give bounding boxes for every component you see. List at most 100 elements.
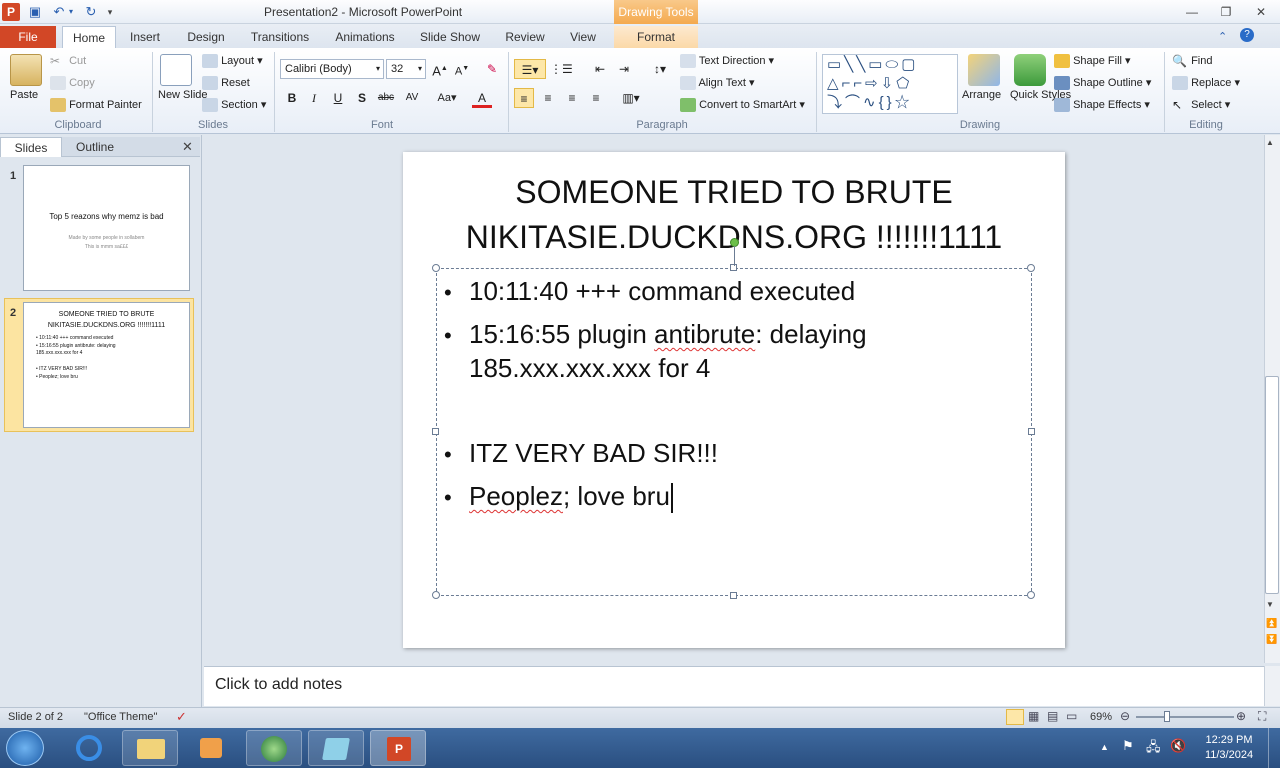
close-window-icon[interactable]: ✕ <box>1250 2 1272 22</box>
resize-handle[interactable] <box>432 264 440 272</box>
customize-qat-icon[interactable]: ▾ <box>104 3 116 21</box>
tab-animations[interactable]: Animations <box>328 26 402 48</box>
arrange-button[interactable]: Arrange <box>962 89 1001 101</box>
grow-font-icon[interactable]: A▲ <box>430 59 450 79</box>
clear-formatting-icon[interactable]: ✎ <box>482 59 502 79</box>
minimize-icon[interactable]: — <box>1181 2 1203 22</box>
replace-button[interactable]: Replace ▾ <box>1172 76 1240 91</box>
zoom-slider-thumb[interactable] <box>1164 711 1170 722</box>
shapes-gallery[interactable]: ▭╲╲▭⬭▢ △⌐⌐⇨⇩⬠ ⤵⌒∿{}☆ <box>822 54 958 114</box>
resize-handle[interactable] <box>1028 428 1035 435</box>
system-clock[interactable]: 12:29 PM 11/3/2024 <box>1198 733 1260 763</box>
powerpoint-logo-icon[interactable]: P <box>2 3 20 21</box>
zoom-slider-track[interactable] <box>1136 716 1234 718</box>
font-color-icon[interactable]: A <box>472 88 492 108</box>
select-button[interactable]: ↖ Select ▾ <box>1172 98 1230 112</box>
character-spacing-icon[interactable]: AV <box>402 88 422 108</box>
cut-button[interactable]: ✂ Cut <box>50 54 86 68</box>
change-case-icon[interactable]: Aa▾ <box>434 88 460 108</box>
italic-icon[interactable]: I <box>304 88 324 108</box>
underline-icon[interactable]: U <box>328 88 348 108</box>
slide-thumbnail-2[interactable]: SOMEONE TRIED TO BRUTE NIKITASIE.DUCKDNS… <box>23 302 190 428</box>
bold-icon[interactable]: B <box>282 88 302 108</box>
tab-transitions[interactable]: Transitions <box>244 26 316 48</box>
undo-dropdown-icon[interactable]: ▾ <box>66 3 76 21</box>
numbering-icon[interactable]: ⋮☰ <box>550 59 573 79</box>
strikethrough-icon[interactable]: abc <box>376 88 396 108</box>
increase-indent-icon[interactable]: ⇥ <box>614 59 634 79</box>
tab-slides[interactable]: Slides <box>0 137 62 157</box>
next-slide-icon[interactable]: ⏬ <box>1266 634 1277 645</box>
restore-icon[interactable]: ❐ <box>1215 2 1237 22</box>
slide-thumbnail-1[interactable]: Top 5 reazons why memz is bad Made by so… <box>23 165 190 291</box>
resize-handle[interactable] <box>1027 264 1035 272</box>
tab-review[interactable]: Review <box>498 26 552 48</box>
previous-slide-icon[interactable]: ⏫ <box>1266 618 1277 629</box>
start-button-icon[interactable] <box>6 730 44 766</box>
resize-handle[interactable] <box>1027 591 1035 599</box>
resize-handle[interactable] <box>432 591 440 599</box>
resize-handle[interactable] <box>730 592 737 599</box>
text-shadow-icon[interactable]: S <box>352 88 372 108</box>
minimize-ribbon-icon[interactable]: ⌃ <box>1218 30 1227 43</box>
align-center-icon[interactable]: ≡ <box>538 88 558 108</box>
tab-outline[interactable]: Outline <box>64 137 126 157</box>
scrollbar-thumb[interactable] <box>1265 376 1279 594</box>
tab-design[interactable]: Design <box>180 26 232 48</box>
shape-fill-button[interactable]: Shape Fill ▾ <box>1054 54 1131 69</box>
notes-scrollbar[interactable] <box>1264 666 1280 706</box>
font-family-select[interactable]: Calibri (Body) ▾ <box>280 59 384 79</box>
section-button[interactable]: Section ▾ <box>202 98 266 113</box>
text-direction-button[interactable]: Text Direction ▾ <box>680 54 774 69</box>
new-slide-icon[interactable] <box>160 54 192 86</box>
volume-muted-icon[interactable]: 🔇 <box>1170 738 1186 754</box>
show-hidden-icons[interactable]: ▲ <box>1100 742 1109 752</box>
shape-outline-button[interactable]: Shape Outline ▾ <box>1054 76 1151 91</box>
normal-view-icon[interactable] <box>1006 709 1024 725</box>
powerpoint-taskbar-icon[interactable]: P <box>370 730 426 766</box>
slide-show-icon[interactable]: ▭ <box>1066 709 1077 723</box>
find-button[interactable]: 🔍 Find <box>1172 54 1212 68</box>
notes-placeholder[interactable]: Click to add notes <box>215 676 342 694</box>
notes-app-icon[interactable] <box>308 730 364 766</box>
tab-home[interactable]: Home <box>62 26 116 48</box>
action-center-flag-icon[interactable]: ⚑ <box>1122 738 1134 754</box>
reading-view-icon[interactable]: ▤ <box>1047 709 1058 723</box>
quick-styles-button[interactable]: Quick Styles <box>1010 89 1071 101</box>
spelling-check-icon[interactable]: ✓ <box>176 709 187 725</box>
zoom-level[interactable]: 69% <box>1090 711 1112 723</box>
notes-pane[interactable] <box>204 666 1264 706</box>
shape-effects-button[interactable]: Shape Effects ▾ <box>1054 98 1150 113</box>
new-slide-button[interactable]: New Slide <box>158 89 208 101</box>
media-player-icon[interactable] <box>184 730 240 766</box>
theme-name[interactable]: "Office Theme" <box>84 711 157 723</box>
redo-icon[interactable]: ↻ <box>82 3 100 21</box>
scroll-up-icon[interactable]: ▲ <box>1266 138 1274 147</box>
tab-format[interactable]: Format <box>614 26 698 48</box>
reset-button[interactable]: Reset <box>202 76 250 90</box>
justify-icon[interactable]: ≡ <box>586 88 606 108</box>
internet-explorer-icon[interactable] <box>62 730 118 766</box>
help-icon[interactable]: ? <box>1240 28 1254 42</box>
align-right-icon[interactable]: ≡ <box>562 88 582 108</box>
tab-view[interactable]: View <box>562 26 604 48</box>
zoom-out-icon[interactable]: ⊖ <box>1120 709 1130 723</box>
shrink-font-icon[interactable]: A▼ <box>452 59 472 79</box>
file-explorer-icon[interactable] <box>122 730 178 766</box>
network-globe-icon[interactable] <box>246 730 302 766</box>
scroll-down-icon[interactable]: ▼ <box>1266 600 1274 609</box>
zoom-in-icon[interactable]: ⊕ <box>1236 709 1246 723</box>
align-left-icon[interactable]: ≡ <box>514 88 534 108</box>
tab-insert[interactable]: Insert <box>122 26 168 48</box>
save-icon[interactable]: ▣ <box>26 3 44 21</box>
columns-icon[interactable]: ▥▾ <box>618 88 644 108</box>
fit-slide-icon[interactable]: ⛶ <box>1258 709 1266 724</box>
paste-icon[interactable] <box>10 54 42 86</box>
line-spacing-icon[interactable]: ↕▾ <box>648 59 672 79</box>
decrease-indent-icon[interactable]: ⇤ <box>590 59 610 79</box>
resize-handle[interactable] <box>432 428 439 435</box>
copy-button[interactable]: Copy <box>50 76 95 90</box>
convert-smartart-button[interactable]: Convert to SmartArt ▾ <box>680 98 805 113</box>
paste-button[interactable]: Paste <box>10 89 38 101</box>
network-icon[interactable]: 🖧 <box>1146 738 1161 760</box>
